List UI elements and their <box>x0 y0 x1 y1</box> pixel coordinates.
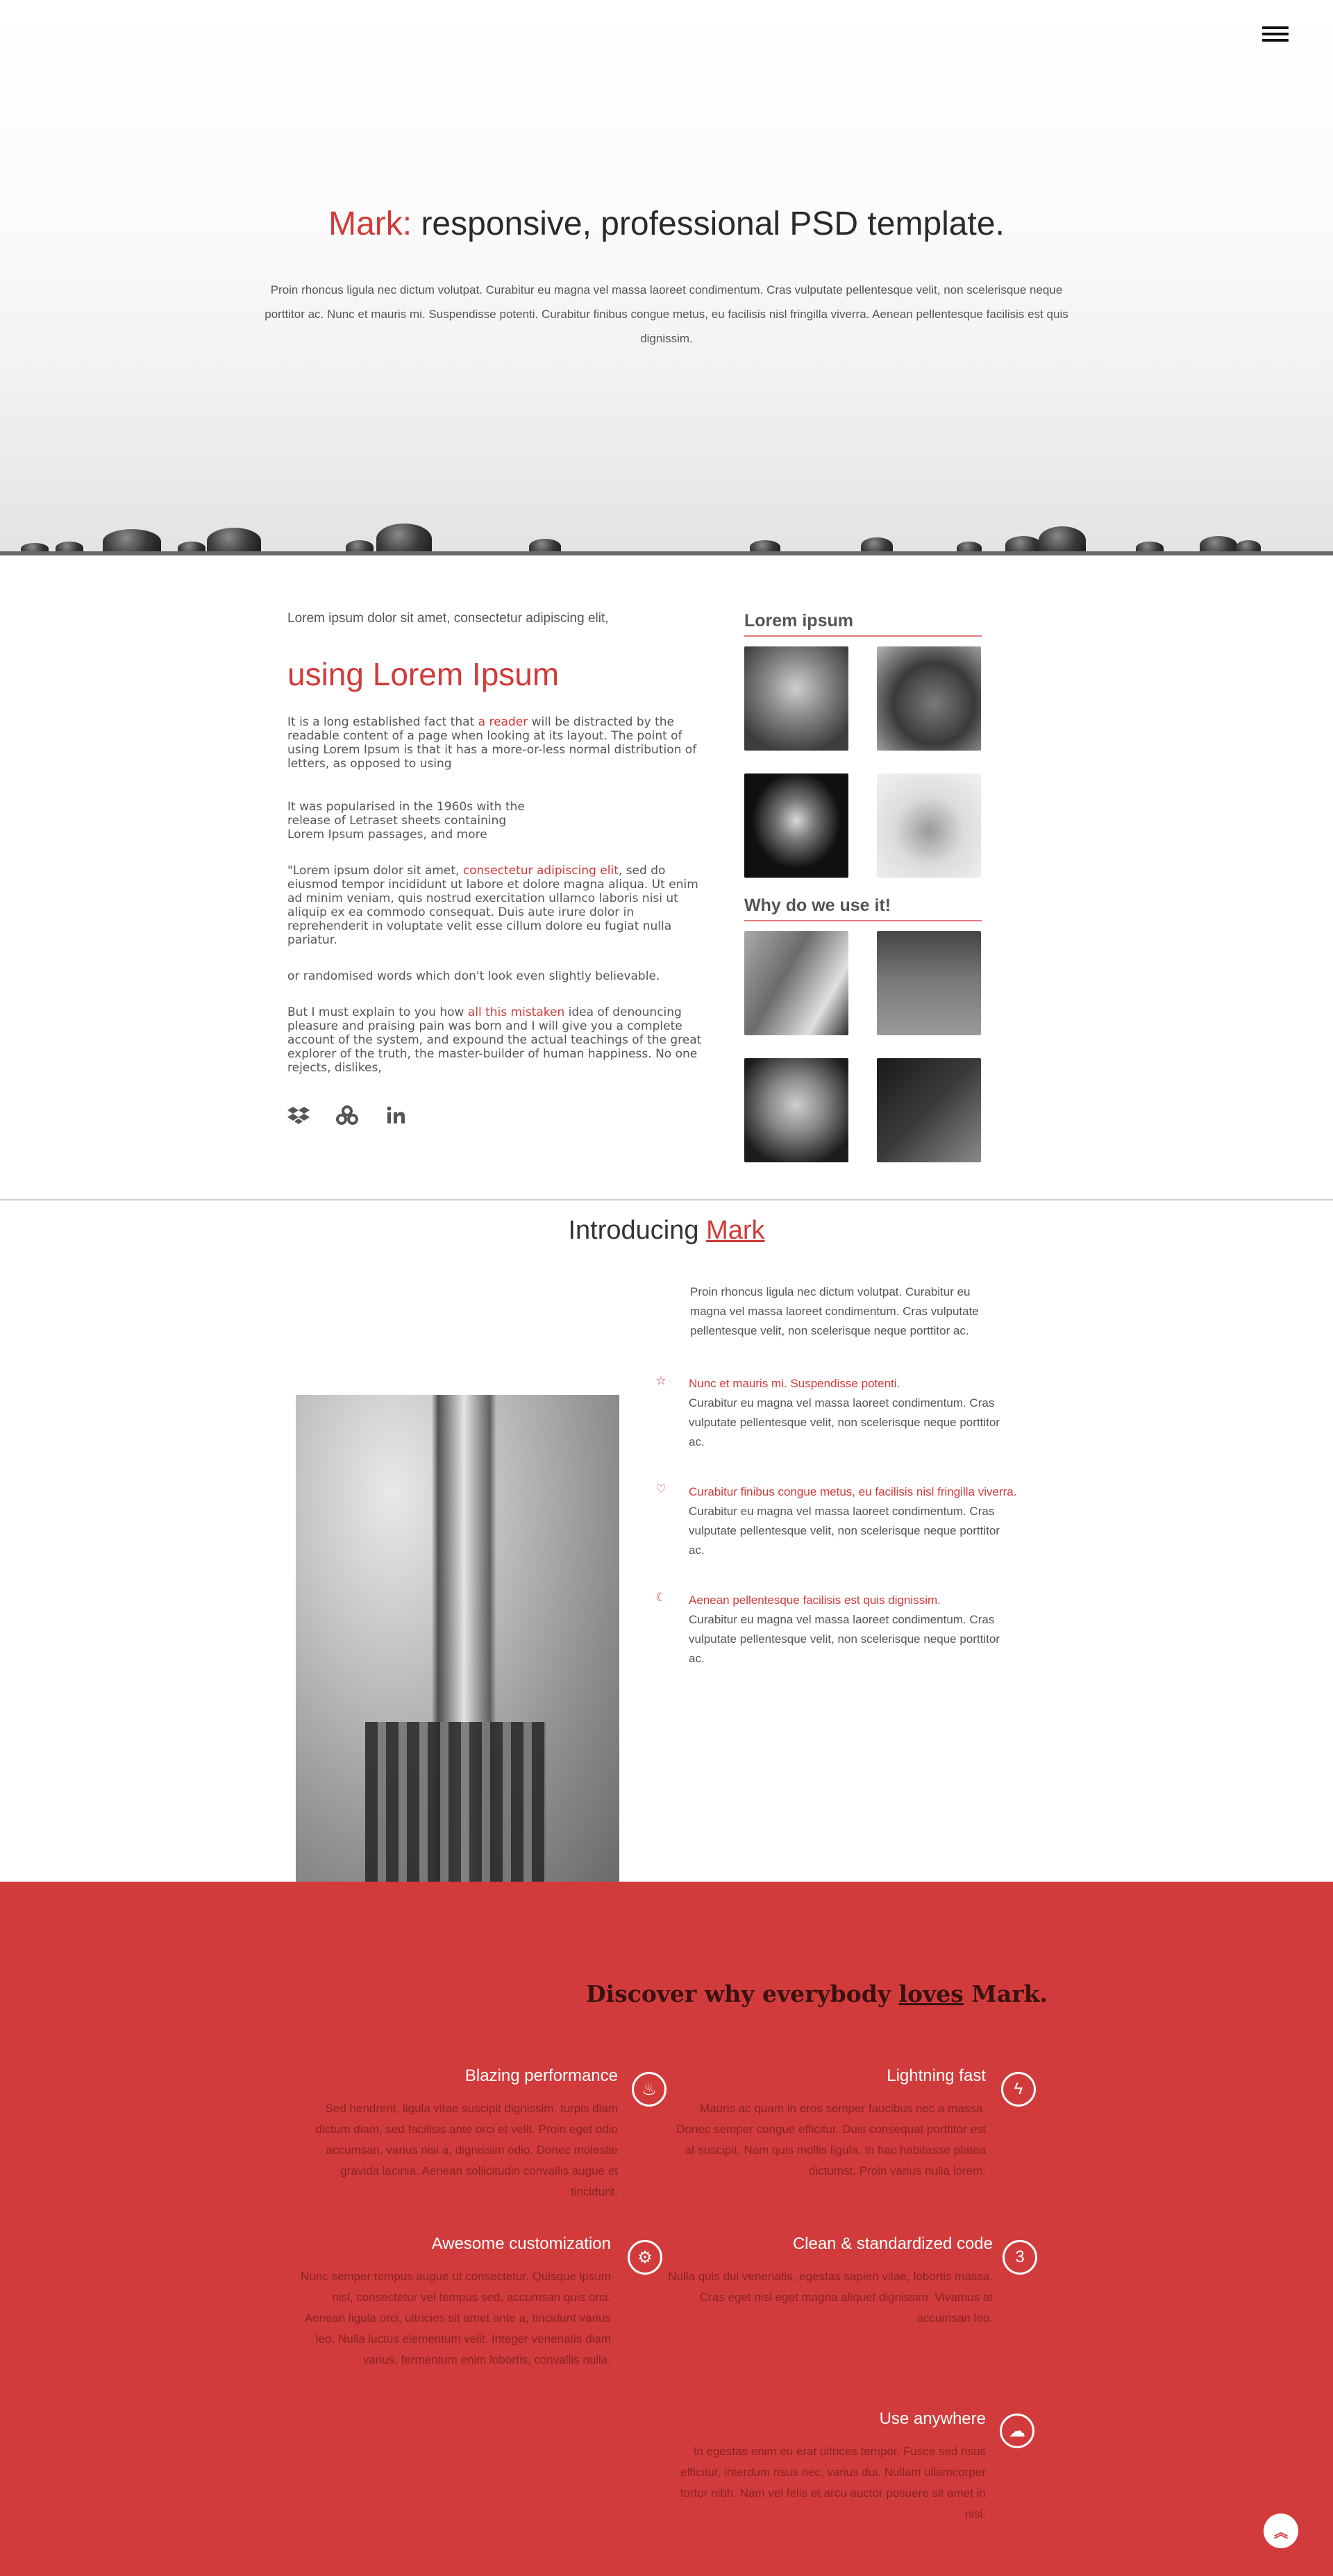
feature-title: Blazing performance <box>464 2066 618 2085</box>
introducing-section: Introducing Mark Proin rhoncus ligula ne… <box>0 1201 1333 1882</box>
introducing-lead: Proin rhoncus ligula nec dictum volutpat… <box>690 1285 979 1337</box>
gallery-photo[interactable] <box>744 931 848 1035</box>
gallery-title: Why do we use it! <box>744 896 982 921</box>
hero-text: Proin rhoncus ligula nec dictum volutpat… <box>265 283 1068 345</box>
feature-body: Sed hendrerit, ligula vitae suscipit dig… <box>315 2102 618 2198</box>
gallery-photo[interactable] <box>877 773 981 878</box>
feature-body: Mauris ac quam in eros semper faucibus n… <box>676 2102 986 2177</box>
discover-title: Discover why everybody loves Mark. <box>586 1980 1048 2007</box>
flame-icon: ♨ <box>632 2072 666 2107</box>
hamburger-menu-icon[interactable] <box>1262 26 1289 42</box>
hay-bales-image <box>0 524 1333 555</box>
feature-body: Nulla quis dui venenatis, egestas sapien… <box>668 2270 993 2325</box>
gallery-photo[interactable] <box>877 1058 981 1162</box>
feature-heading: Curabitur finibus congue metus, eu facil… <box>689 1485 1017 1498</box>
hero-title-rest: responsive, professional PSD template. <box>412 206 1005 242</box>
feature-body: Curabitur eu magna vel massa laoreet con… <box>689 1505 1000 1557</box>
linkedin-icon[interactable] <box>385 1104 407 1126</box>
gallery-photo[interactable] <box>877 646 981 751</box>
feature-title: Use anywhere <box>879 2409 986 2428</box>
feature-use-anywhere: Use anywhere In egestas enim eu erat ult… <box>666 2409 986 2525</box>
gallery-photo[interactable] <box>744 646 848 751</box>
introducing-title: Introducing Mark <box>568 1216 765 1245</box>
feature-blazing-performance: Blazing performance Sed hendrerit, ligul… <box>292 2066 618 2202</box>
gallery-grid <box>744 646 982 878</box>
article-paragraph: But I must explain to you how all this m… <box>287 1005 702 1075</box>
heart-icon: ♡ <box>655 1482 666 1496</box>
feature-title: Awesome customization <box>431 2234 611 2253</box>
feature-body: In egestas enim eu erat ultrices tempor.… <box>680 2445 986 2520</box>
introducing-link[interactable]: Mark <box>706 1216 764 1245</box>
discover-section: Discover why everybody loves Mark. Blazi… <box>0 1882 1333 2576</box>
bolt-icon: ϟ <box>1001 2072 1036 2107</box>
feature-heading: Aenean pellentesque facilisis est quis d… <box>689 1594 941 1607</box>
article-link[interactable]: a reader <box>478 715 528 729</box>
feature-item: ☾ Aenean pellentesque facilisis est quis… <box>654 1591 1043 1668</box>
hero-title-accent: Mark: <box>328 206 412 242</box>
feature-body: Curabitur eu magna vel massa laoreet con… <box>689 1396 1000 1448</box>
feature-clean-code: Clean & standardized code Nulla quis dui… <box>666 2234 993 2329</box>
article-paragraph: or randomised words which don't look eve… <box>287 969 660 983</box>
feature-heading: Nunc et mauris mi. Suspendisse potenti. <box>689 1377 900 1390</box>
hero-title: Mark: responsive, professional PSD templ… <box>0 205 1333 243</box>
gallery-photo[interactable] <box>744 1058 848 1162</box>
scroll-to-top-button[interactable]: ︽ <box>1264 2514 1298 2548</box>
gear-icon: ⚙ <box>628 2240 662 2275</box>
article-paragraph: It is a long established fact that a rea… <box>287 715 697 771</box>
circles-icon[interactable] <box>336 1104 358 1126</box>
feature-lightning-fast: Lightning fast Mauris ac quam in eros se… <box>666 2066 986 2182</box>
content-section: Lorem ipsum dolor sit amet, consectetur … <box>0 555 1333 1201</box>
css3-icon: 3 <box>1003 2240 1037 2275</box>
social-links <box>287 1104 704 1126</box>
article-link[interactable]: consectetur adipiscing elit <box>463 864 619 878</box>
article-column: Lorem ipsum dolor sit amet, consectetur … <box>287 610 704 1126</box>
feature-body: Nunc semper tempus augue ut consectetur.… <box>301 2270 611 2366</box>
feature-title: Lightning fast <box>887 2066 986 2085</box>
feature-awesome-customization: Awesome customization Nunc semper tempus… <box>292 2234 611 2370</box>
cloud-icon: ☁ <box>1000 2414 1034 2448</box>
gallery-grid <box>744 931 982 1162</box>
feature-title: Clean & standardized code <box>792 2234 993 2253</box>
gallery-photo[interactable] <box>744 773 848 878</box>
gallery-photo[interactable] <box>877 931 981 1035</box>
article-heading: using Lorem Ipsum <box>287 656 560 692</box>
article-paragraph: "Lorem ipsum dolor sit amet, consectetur… <box>287 864 698 947</box>
gallery-sidebar: Lorem ipsum Why do we use it! <box>744 611 982 1162</box>
gallery-title: Lorem ipsum <box>744 611 982 637</box>
article-intro: Lorem ipsum dolor sit amet, consectetur … <box>287 611 609 626</box>
article-link[interactable]: all this mistaken <box>468 1005 564 1019</box>
feature-item: ☆ Nunc et mauris mi. Suspendisse potenti… <box>654 1374 1043 1452</box>
dropbox-icon[interactable] <box>287 1104 310 1126</box>
moon-icon: ☾ <box>655 1591 666 1604</box>
feature-item: ♡ Curabitur finibus congue metus, eu fac… <box>654 1482 1043 1560</box>
statue-of-liberty-image <box>296 1395 619 1882</box>
star-icon: ☆ <box>655 1374 666 1387</box>
article-paragraph: It was popularised in the 1960s with the… <box>287 800 525 842</box>
hero-section: Mark: responsive, professional PSD templ… <box>0 0 1333 555</box>
feature-body: Curabitur eu magna vel massa laoreet con… <box>689 1613 1000 1665</box>
